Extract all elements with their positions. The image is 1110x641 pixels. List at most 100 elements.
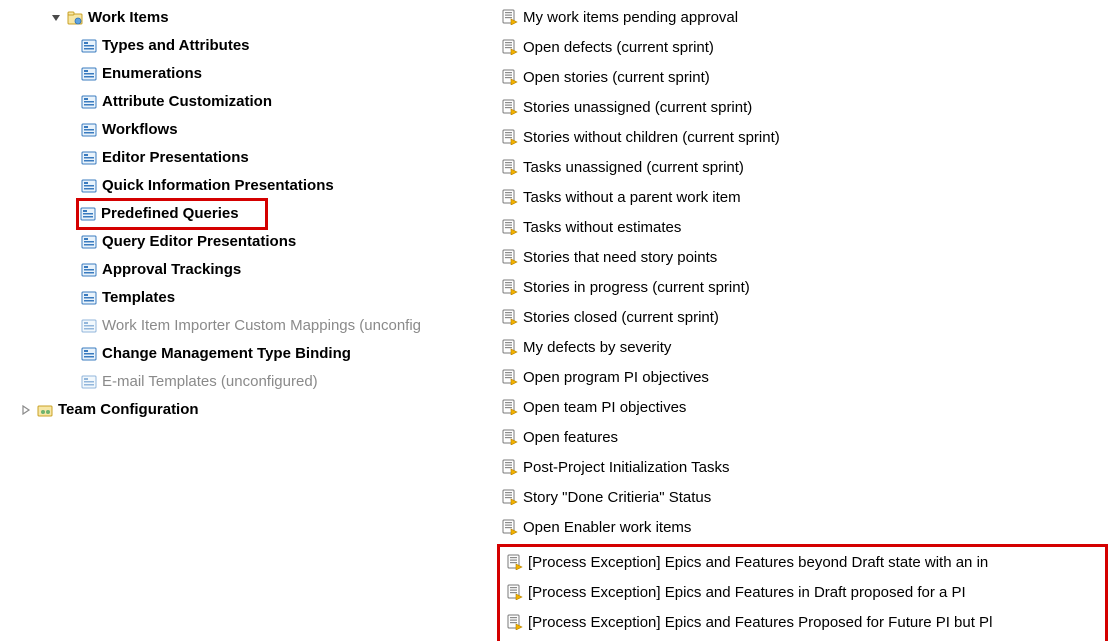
query-label: [Process Exception] Epics and Features b… <box>528 554 988 571</box>
query-item[interactable]: Post-Project Initialization Tasks <box>495 452 1110 482</box>
config-icon <box>80 122 98 138</box>
collapse-icon[interactable] <box>18 402 34 418</box>
query-list-pane: My work items pending approval Open defec… <box>495 0 1110 641</box>
query-icon <box>501 339 519 355</box>
query-icon <box>501 369 519 385</box>
query-icon <box>506 614 524 630</box>
query-item[interactable]: [Process Exception] Epics and Features P… <box>500 607 1105 637</box>
query-item[interactable]: My defects by severity <box>495 332 1110 362</box>
tree-node-predefined-queries[interactable]: Predefined Queries <box>0 200 495 228</box>
query-item[interactable]: Stories unassigned (current sprint) <box>495 92 1110 122</box>
query-icon <box>501 309 519 325</box>
query-item[interactable]: Stories in progress (current sprint) <box>495 272 1110 302</box>
config-icon <box>80 234 98 250</box>
query-item[interactable]: Open Enabler work items <box>495 512 1110 542</box>
config-icon <box>80 94 98 110</box>
tree-node-quick-info-presentations[interactable]: Quick Information Presentations <box>0 172 495 200</box>
query-icon <box>501 219 519 235</box>
query-icon <box>501 9 519 25</box>
query-item[interactable]: Stories that need story points <box>495 242 1110 272</box>
query-item[interactable]: Open stories (current sprint) <box>495 62 1110 92</box>
tree-node-label: Workflows <box>102 116 178 144</box>
config-icon <box>80 178 98 194</box>
query-label: Open defects (current sprint) <box>523 39 714 56</box>
tree-node-editor-presentations[interactable]: Editor Presentations <box>0 144 495 172</box>
tree-node-label: Team Configuration <box>58 396 199 424</box>
tree-node-approval-trackings[interactable]: Approval Trackings <box>0 256 495 284</box>
query-item[interactable]: Stories closed (current sprint) <box>495 302 1110 332</box>
query-label: Open stories (current sprint) <box>523 69 710 86</box>
query-item[interactable]: My work items pending approval <box>495 2 1110 32</box>
query-icon <box>501 429 519 445</box>
team-folder-icon <box>36 402 54 418</box>
tree-node-work-items[interactable]: Work Items <box>0 4 495 32</box>
query-item[interactable]: [Process Exception] Features Requiring P… <box>500 637 1105 641</box>
query-item[interactable]: Story "Done Critieria" Status <box>495 482 1110 512</box>
query-label: Open Enabler work items <box>523 519 691 536</box>
tree-node-label: Templates <box>102 284 175 312</box>
query-label: My work items pending approval <box>523 9 738 26</box>
query-icon <box>501 459 519 475</box>
tree-node-workflows[interactable]: Workflows <box>0 116 495 144</box>
query-item[interactable]: Open features <box>495 422 1110 452</box>
query-icon <box>501 129 519 145</box>
config-icon <box>79 206 97 222</box>
query-label: [Process Exception] Epics and Features P… <box>528 614 992 631</box>
config-icon <box>80 150 98 166</box>
query-icon <box>506 584 524 600</box>
query-item[interactable]: Open program PI objectives <box>495 362 1110 392</box>
query-label: Stories without children (current sprint… <box>523 129 780 146</box>
tree-node-label: Work Item Importer Custom Mappings (unco… <box>102 312 421 340</box>
tree-node-cm-type-binding[interactable]: Change Management Type Binding <box>0 340 495 368</box>
query-item[interactable]: [Process Exception] Epics and Features b… <box>500 547 1105 577</box>
query-label: Story "Done Critieria" Status <box>523 489 711 506</box>
expand-icon[interactable] <box>48 10 64 26</box>
query-item[interactable]: [Process Exception] Epics and Features i… <box>500 577 1105 607</box>
config-icon <box>80 262 98 278</box>
query-icon <box>501 399 519 415</box>
tree-pane: Work Items Types and Attributes Enumerat… <box>0 0 495 641</box>
query-label: Tasks without estimates <box>523 219 681 236</box>
tree-node-attribute-customization[interactable]: Attribute Customization <box>0 88 495 116</box>
query-item[interactable]: Open defects (current sprint) <box>495 32 1110 62</box>
query-item[interactable]: Tasks without estimates <box>495 212 1110 242</box>
config-icon <box>80 66 98 82</box>
query-icon <box>501 189 519 205</box>
query-label: Open features <box>523 429 618 446</box>
query-label: Stories that need story points <box>523 249 717 266</box>
tree-node-label: Enumerations <box>102 60 202 88</box>
tree-node-label: Editor Presentations <box>102 144 249 172</box>
query-icon <box>501 99 519 115</box>
query-label: Stories in progress (current sprint) <box>523 279 750 296</box>
tree-node-types-attributes[interactable]: Types and Attributes <box>0 32 495 60</box>
tree-node-query-editor-presentations[interactable]: Query Editor Presentations <box>0 228 495 256</box>
tree-node-importer-mappings[interactable]: Work Item Importer Custom Mappings (unco… <box>0 312 495 340</box>
query-icon <box>501 519 519 535</box>
tree-node-email-templates[interactable]: E-mail Templates (unconfigured) <box>0 368 495 396</box>
tree-node-label: E-mail Templates (unconfigured) <box>102 368 318 396</box>
tree-node-templates[interactable]: Templates <box>0 284 495 312</box>
tree-node-label: Query Editor Presentations <box>102 228 296 256</box>
tree-node-team-configuration[interactable]: Team Configuration <box>0 396 495 424</box>
query-icon <box>501 159 519 175</box>
query-label: Stories closed (current sprint) <box>523 309 719 326</box>
tree-node-label: Work Items <box>88 4 169 32</box>
query-icon <box>501 39 519 55</box>
folder-icon <box>66 10 84 26</box>
query-label: [Process Exception] Epics and Features i… <box>528 584 966 601</box>
query-icon <box>501 279 519 295</box>
config-icon <box>80 38 98 54</box>
config-icon <box>80 346 98 362</box>
query-label: Open team PI objectives <box>523 399 686 416</box>
tree-node-label: Attribute Customization <box>102 88 272 116</box>
query-item[interactable]: Open team PI objectives <box>495 392 1110 422</box>
tree-node-label: Quick Information Presentations <box>102 172 334 200</box>
query-item[interactable]: Stories without children (current sprint… <box>495 122 1110 152</box>
tree-node-enumerations[interactable]: Enumerations <box>0 60 495 88</box>
query-icon <box>501 69 519 85</box>
config-icon <box>80 290 98 306</box>
query-item[interactable]: Tasks unassigned (current sprint) <box>495 152 1110 182</box>
query-item[interactable]: Tasks without a parent work item <box>495 182 1110 212</box>
query-label: Tasks without a parent work item <box>523 189 741 206</box>
tree-node-label: Change Management Type Binding <box>102 340 351 368</box>
